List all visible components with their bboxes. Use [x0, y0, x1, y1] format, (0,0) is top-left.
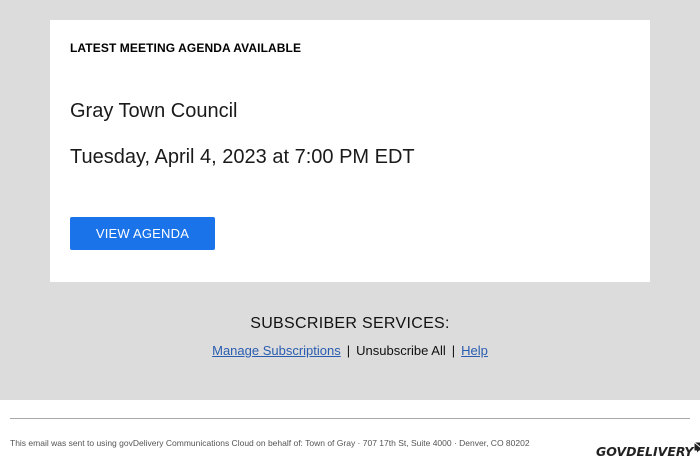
unsubscribe-all-text[interactable]: Unsubscribe All: [356, 343, 446, 358]
envelope-icon: [694, 440, 700, 458]
footer-divider: [10, 418, 690, 419]
govdelivery-logo-text: GOVDELIVERY: [596, 444, 694, 459]
help-link[interactable]: Help: [461, 343, 488, 358]
subscriber-services-links: Manage Subscriptions | Unsubscribe All | Hel…: [0, 343, 700, 358]
link-separator: |: [346, 343, 351, 358]
footer-disclaimer: This email was sent to using govDelivery…: [10, 438, 530, 448]
agenda-card: LATEST MEETING AGENDA AVAILABLE Gray Tow…: [50, 20, 650, 282]
manage-subscriptions-link[interactable]: Manage Subscriptions: [212, 343, 341, 358]
subscriber-services-title: SUBSCRIBER SERVICES:: [250, 315, 450, 332]
link-separator: |: [451, 343, 456, 358]
govdelivery-logo[interactable]: GOVDELIVERY: [596, 440, 700, 464]
view-agenda-button[interactable]: VIEW AGENDA: [70, 217, 215, 250]
organization-name: Gray Town Council: [70, 100, 238, 122]
card-eyebrow: LATEST MEETING AGENDA AVAILABLE: [70, 41, 302, 55]
meeting-datetime: Tuesday, April 4, 2023 at 7:00 PM EDT: [70, 146, 415, 168]
